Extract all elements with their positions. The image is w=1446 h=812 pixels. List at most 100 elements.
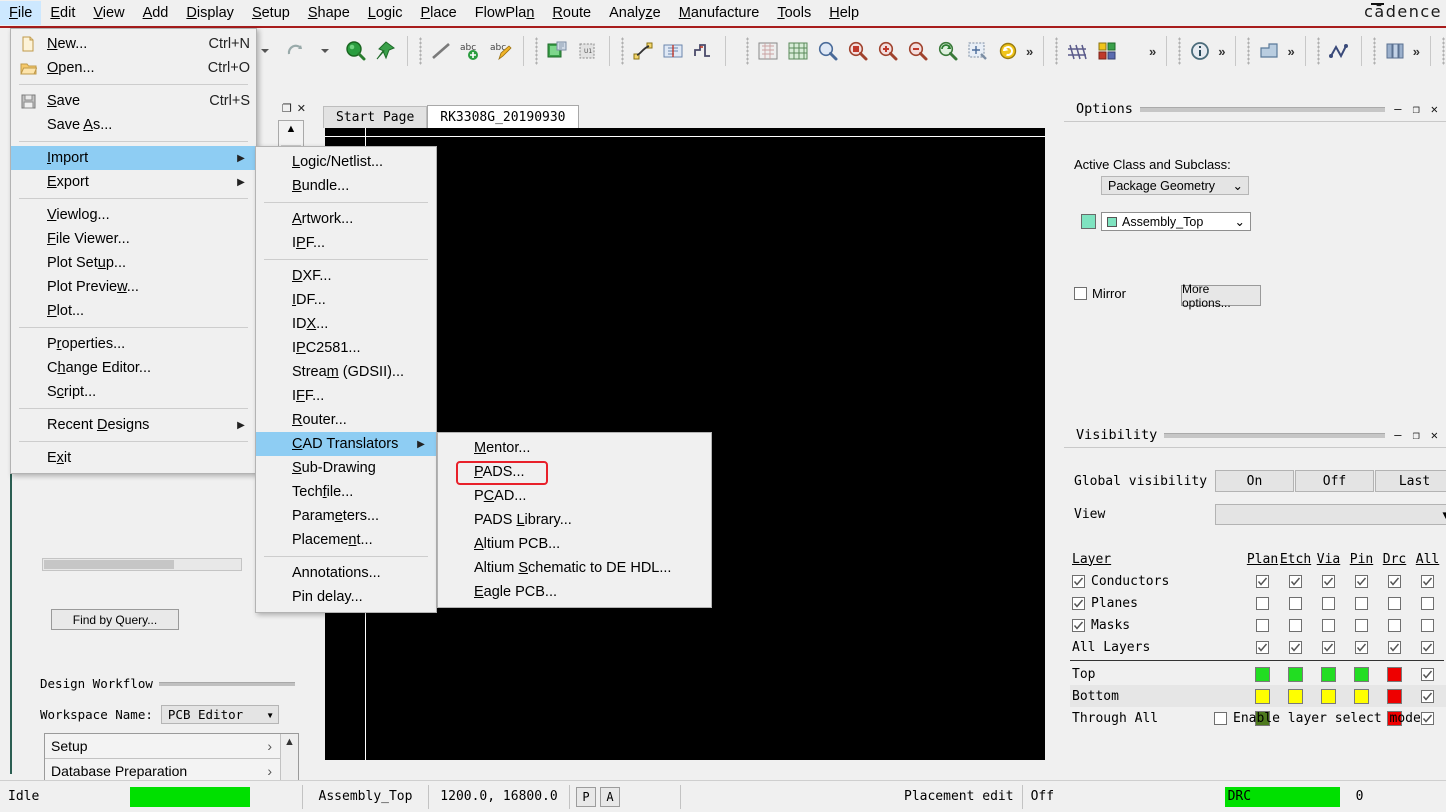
toolbar-overflow-3[interactable]: »: [1215, 44, 1228, 59]
planes-all-checkbox[interactable]: [1421, 596, 1434, 610]
fit-view-icon[interactable]: [753, 36, 783, 66]
cad-pads[interactable]: PADS...: [438, 460, 711, 484]
file-menu-exit[interactable]: Exit: [11, 446, 256, 470]
menu-help[interactable]: Help: [820, 1, 868, 25]
all-layers-drc-checkbox[interactable]: [1388, 640, 1401, 654]
all-layers-pin-checkbox[interactable]: [1355, 640, 1368, 654]
cad-altium-schematic-to-de-hdl[interactable]: Altium Schematic to DE HDL...: [438, 556, 711, 580]
tab-rk3308g[interactable]: RK3308G_20190930: [427, 105, 579, 128]
menu-view[interactable]: View: [84, 1, 133, 25]
planes-etch-checkbox[interactable]: [1289, 596, 1302, 610]
menu-display[interactable]: Display: [177, 1, 243, 25]
top-pin-color[interactable]: [1354, 666, 1369, 682]
redo-icon[interactable]: [280, 36, 310, 66]
import-sub-drawing[interactable]: Sub-Drawing: [256, 456, 436, 480]
workflow-item-setup[interactable]: Setup ›: [45, 734, 280, 760]
global-visibility-on-button[interactable]: On: [1215, 470, 1294, 492]
menu-analyze[interactable]: Analyze: [600, 1, 670, 25]
all-layers-all-checkbox[interactable]: [1421, 640, 1434, 654]
status-mode-a-button[interactable]: A: [600, 786, 620, 807]
import-dxf[interactable]: DXF...: [256, 264, 436, 288]
zoom-points-icon[interactable]: [963, 36, 993, 66]
conductors-etch-checkbox[interactable]: [1289, 574, 1302, 588]
grid-view-icon[interactable]: [783, 36, 813, 66]
file-menu-export[interactable]: Export ▶: [11, 170, 256, 194]
shape-tool-icon[interactable]: [1254, 36, 1284, 66]
import-placement[interactable]: Placement...: [256, 528, 436, 552]
all-layers-plan-checkbox[interactable]: [1256, 640, 1269, 654]
toolbar-overflow-1[interactable]: »: [1023, 44, 1036, 59]
menu-logic[interactable]: Logic: [359, 1, 412, 25]
import-idf[interactable]: IDF...: [256, 288, 436, 312]
conductors-all-checkbox[interactable]: [1421, 574, 1434, 588]
planes-plan-checkbox[interactable]: [1256, 596, 1269, 610]
chevron-down-icon[interactable]: [310, 36, 340, 66]
cad-pcad[interactable]: PCAD...: [438, 484, 711, 508]
subclass-color-swatch[interactable]: [1081, 214, 1096, 229]
masks-pin-checkbox[interactable]: [1355, 618, 1368, 632]
planes-via-checkbox[interactable]: [1322, 596, 1335, 610]
column-all[interactable]: All: [1411, 552, 1444, 567]
column-via[interactable]: Via: [1312, 552, 1345, 567]
import-bundle[interactable]: Bundle...: [256, 174, 436, 198]
column-plan[interactable]: Plan: [1246, 552, 1279, 567]
all-layers-etch-checkbox[interactable]: [1289, 640, 1302, 654]
find-panel-scrollbar[interactable]: [42, 558, 242, 571]
file-menu-file-viewer[interactable]: File Viewer...: [11, 227, 256, 251]
layer-planes-checkbox[interactable]: [1072, 596, 1085, 610]
menu-place[interactable]: Place: [411, 1, 465, 25]
close-icon[interactable]: ✕: [297, 102, 306, 115]
top-plan-color[interactable]: [1255, 666, 1270, 682]
file-menu-open[interactable]: Open... Ctrl+O: [11, 56, 256, 80]
menu-tools[interactable]: Tools: [768, 1, 820, 25]
line-icon[interactable]: [426, 36, 456, 66]
masks-drc-checkbox[interactable]: [1388, 618, 1401, 632]
info-icon[interactable]: [1185, 36, 1215, 66]
file-menu-plot-setup[interactable]: Plot Setup...: [11, 251, 256, 275]
import-cad-translators[interactable]: CAD Translators ▶: [256, 432, 436, 456]
board-edit-icon[interactable]: [658, 36, 688, 66]
more-options-button[interactable]: More options...: [1181, 282, 1261, 310]
toolbar-overflow-5[interactable]: »: [1410, 44, 1423, 59]
file-menu-plot[interactable]: Plot...: [11, 299, 256, 323]
subclass-select[interactable]: Assembly_Top ⌄: [1101, 212, 1251, 231]
import-annotations[interactable]: Annotations...: [256, 561, 436, 585]
import-router[interactable]: Router...: [256, 408, 436, 432]
route-connect-icon[interactable]: [628, 36, 658, 66]
masks-etch-checkbox[interactable]: [1289, 618, 1302, 632]
import-ipc2581[interactable]: IPC2581...: [256, 336, 436, 360]
zoom-out-icon[interactable]: [903, 36, 933, 66]
color-layers-icon[interactable]: [1092, 36, 1122, 66]
restore-icon[interactable]: ❐: [282, 102, 292, 115]
enable-layer-select-checkbox[interactable]: [1214, 712, 1227, 725]
bottom-via-color[interactable]: [1321, 688, 1336, 704]
import-logic-netlist[interactable]: Logic/Netlist...: [256, 150, 436, 174]
file-menu-properties[interactable]: Properties...: [11, 332, 256, 356]
file-menu-script[interactable]: Script...: [11, 380, 256, 404]
import-artwork[interactable]: Artwork...: [256, 207, 436, 231]
restore-icon[interactable]: ❐: [1411, 102, 1422, 116]
top-etch-color[interactable]: [1288, 666, 1303, 682]
top-via-color[interactable]: [1321, 666, 1336, 682]
pin-icon[interactable]: [370, 36, 400, 66]
file-menu-new[interactable]: New... Ctrl+N: [11, 32, 256, 56]
menu-shape[interactable]: Shape: [299, 1, 359, 25]
layer-masks-checkbox[interactable]: [1072, 618, 1085, 632]
file-menu-import[interactable]: Import ▶: [11, 146, 256, 170]
restore-icon[interactable]: ❐: [1411, 428, 1422, 442]
menu-file[interactable]: File: [0, 1, 42, 25]
delay-tune-icon[interactable]: [688, 36, 718, 66]
menu-edit[interactable]: Edit: [41, 1, 84, 25]
column-drc[interactable]: Drc: [1378, 552, 1411, 567]
workspace-name-select[interactable]: PCB Editor ▾: [160, 705, 279, 724]
import-iff[interactable]: IFF...: [256, 384, 436, 408]
file-menu-recent-designs[interactable]: Recent Designs ▶: [11, 413, 256, 437]
bottom-pin-color[interactable]: [1354, 688, 1369, 704]
masks-via-checkbox[interactable]: [1322, 618, 1335, 632]
menu-manufacture[interactable]: Manufacture: [670, 1, 769, 25]
library-icon[interactable]: [1380, 36, 1410, 66]
import-stream-gdsii[interactable]: Stream (GDSII)...: [256, 360, 436, 384]
import-ipf[interactable]: IPF...: [256, 231, 436, 255]
toolbar-overflow-4[interactable]: »: [1284, 44, 1297, 59]
through-all-all-checkbox[interactable]: [1421, 711, 1434, 725]
